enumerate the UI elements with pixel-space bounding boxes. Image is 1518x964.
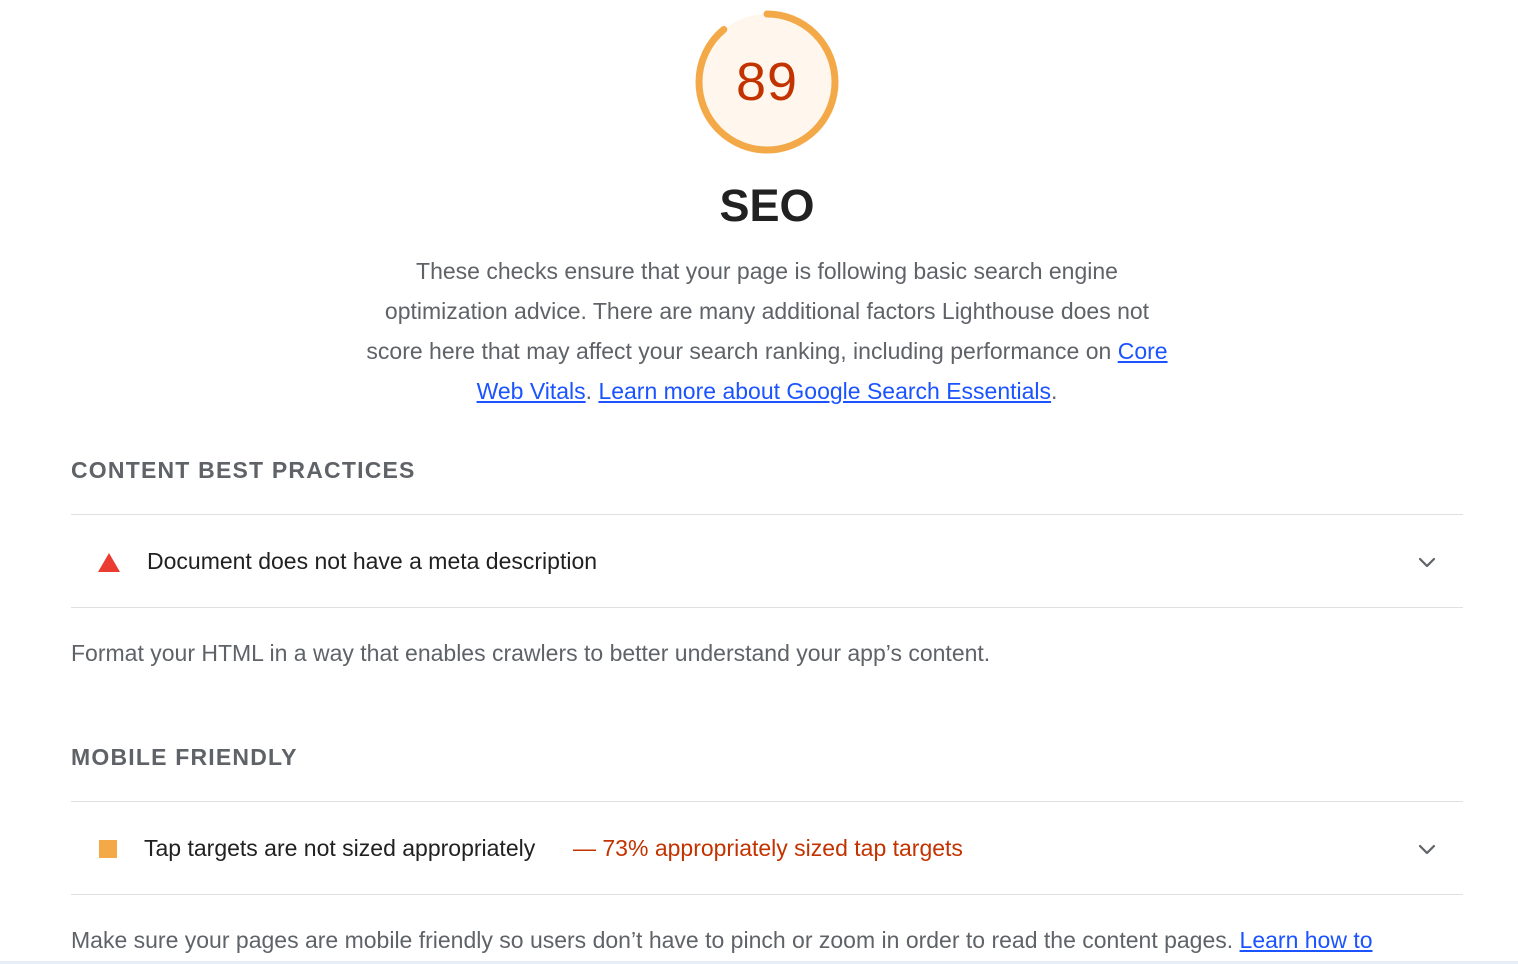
score-value: 89 xyxy=(735,52,799,112)
audit-display-value: — 73% appropriately sized tap targets xyxy=(573,835,963,861)
description-separator: . xyxy=(585,378,599,404)
chevron-down-icon[interactable] xyxy=(1417,552,1437,572)
lighthouse-seo-report: 89 SEO These checks ensure that your pag… xyxy=(0,0,1518,964)
description-text: These checks ensure that your page is fo… xyxy=(366,258,1150,364)
group-description: Make sure your pages are mobile friendly… xyxy=(71,927,1373,954)
group-description-text: Make sure your pages are mobile friendly… xyxy=(71,927,1240,953)
learn-more-link[interactable]: Learn more about Google Search Essential… xyxy=(598,378,1051,404)
description-end: . xyxy=(1051,378,1058,404)
group-title-mobile-friendly: MOBILE FRIENDLY xyxy=(71,744,298,770)
group-title-content-best-practices: CONTENT BEST PRACTICES xyxy=(71,457,416,483)
category-title: SEO xyxy=(719,180,815,231)
chevron-down-icon[interactable] xyxy=(1417,839,1437,859)
category-description: These checks ensure that your page is fo… xyxy=(359,251,1175,411)
audit-title: Document does not have a meta descriptio… xyxy=(147,548,598,574)
average-square-icon xyxy=(99,840,117,858)
audit-tap-targets[interactable]: Tap targets are not sized appropriately … xyxy=(71,802,1463,894)
audit-title: Tap targets are not sized appropriately xyxy=(144,835,536,861)
divider xyxy=(71,894,1463,895)
divider xyxy=(71,607,1463,608)
group-description: Format your HTML in a way that enables c… xyxy=(71,640,991,666)
learn-how-to-link[interactable]: Learn how to xyxy=(1240,927,1373,953)
fail-triangle-icon xyxy=(98,553,120,572)
audit-meta-description[interactable]: Document does not have a meta descriptio… xyxy=(71,515,1463,607)
score-gauge[interactable]: 89 xyxy=(694,9,840,155)
